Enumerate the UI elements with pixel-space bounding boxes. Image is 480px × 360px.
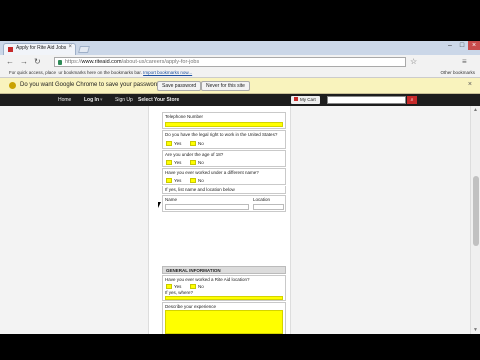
browser-tab[interactable]: Apply for Rite Aid Jobs × — [3, 43, 76, 55]
telephone-label: Telephone Number — [165, 114, 204, 119]
nav-home[interactable]: Home — [58, 96, 71, 104]
age-question: Are you under the age of 18? — [165, 152, 224, 157]
search-button[interactable]: ⌕ — [407, 96, 417, 104]
employed-question: Have you ever worked a Rite Aid location… — [165, 277, 250, 282]
page-content: Telephone Number Do you have the legal r… — [0, 106, 470, 334]
chrome-menu-icon[interactable]: ≡ — [462, 57, 467, 67]
age-no-label: No — [198, 160, 204, 165]
import-bookmarks-link[interactable]: Import bookmarks now... — [143, 70, 192, 75]
other-bookmarks[interactable]: Other bookmarks — [440, 70, 475, 75]
maximize-button[interactable]: □ — [456, 41, 468, 50]
key-icon — [9, 82, 16, 89]
experience-label: Describe your experience — [165, 304, 217, 309]
name-column-label: Name — [165, 197, 178, 202]
experience-group: Describe your experience — [162, 302, 286, 334]
new-tab-button[interactable] — [78, 46, 90, 53]
bookmark-star-icon[interactable]: ☆ — [410, 57, 417, 67]
mouse-cursor — [158, 202, 161, 208]
scroll-up-icon[interactable]: ▲ — [473, 107, 478, 113]
lock-icon — [58, 60, 62, 65]
general-information-header: GENERAL INFORMATION — [162, 266, 286, 274]
nav-select-store[interactable]: Select Your Store — [138, 96, 179, 104]
alias-location-input[interactable] — [253, 204, 284, 210]
employed-yes-radio[interactable] — [166, 284, 172, 289]
address-bar[interactable]: https://www.riteaid.com/about-us/careers… — [54, 57, 406, 67]
site-search[interactable] — [327, 96, 406, 112]
location-column-label: Location — [253, 197, 271, 202]
infobar-close-icon[interactable]: × — [468, 81, 472, 88]
forward-icon[interactable]: → — [20, 57, 28, 67]
scrollbar-thumb[interactable] — [473, 176, 479, 246]
telephone-group: Telephone Number — [162, 112, 286, 129]
site-navigation: Home Log In ▾ Sign Up Select Your Store … — [0, 94, 480, 112]
infobar-question: Do you want Google Chrome to save your p… — [20, 82, 163, 88]
nav-signup[interactable]: Sign Up — [115, 96, 133, 104]
employed-group: Have you ever worked a Rite Aid location… — [162, 275, 286, 301]
alias-hint: If yes, list name and location below — [165, 187, 235, 192]
alias-table: Name Location — [162, 195, 286, 212]
reload-icon[interactable]: ↻ — [34, 57, 41, 67]
bookmarks-message: For quick access, place ur bookmarks her… — [9, 70, 193, 75]
employed-no-label: No — [198, 284, 204, 289]
tab-strip: Apply for Rite Aid Jobs × – □ × — [0, 41, 480, 55]
vertical-scrollbar[interactable]: ▲ ▼ — [470, 106, 480, 334]
nav-separator: ▾ — [100, 97, 103, 103]
telephone-input[interactable] — [165, 122, 283, 127]
close-window-button[interactable]: × — [468, 41, 480, 50]
age-yes-label: Yes — [174, 160, 182, 165]
cart-icon — [294, 97, 298, 101]
experience-textarea[interactable] — [165, 310, 283, 334]
scroll-down-icon[interactable]: ▼ — [473, 327, 478, 333]
employed-yes-label: Yes — [174, 284, 182, 289]
favicon-icon — [8, 47, 13, 52]
alias-no-label: No — [198, 178, 204, 183]
alias-question: Have you ever worked under a different n… — [165, 170, 259, 175]
legal-yes-label: Yes — [174, 141, 182, 146]
legal-right-group: Do you have the legal right to work in t… — [162, 130, 286, 149]
back-icon[interactable]: ← — [6, 57, 14, 67]
tab-title: Apply for Rite Aid Jobs — [16, 45, 67, 51]
browser-window: Apply for Rite Aid Jobs × – □ × ← → ↻ ht… — [0, 41, 480, 334]
age-group: Are you under the age of 18? Yes No — [162, 150, 286, 167]
alias-yes-radio[interactable] — [166, 178, 172, 183]
url-text: https://www.riteaid.com/about-us/careers… — [65, 59, 200, 65]
age-no-radio[interactable] — [190, 160, 196, 165]
alias-hint-row: If yes, list name and location below — [162, 186, 286, 194]
legal-yes-radio[interactable] — [166, 141, 172, 146]
nav-login[interactable]: Log In — [84, 96, 99, 104]
where-hint: If yes, where? — [165, 290, 194, 295]
where-input[interactable] — [165, 296, 283, 300]
alias-name-input[interactable] — [165, 204, 249, 210]
alias-no-radio[interactable] — [190, 178, 196, 183]
save-password-button[interactable]: Save password — [157, 81, 202, 91]
legal-no-radio[interactable] — [190, 141, 196, 146]
age-yes-radio[interactable] — [166, 160, 172, 165]
tab-close-icon[interactable]: × — [68, 44, 72, 50]
minimize-button[interactable]: – — [444, 41, 456, 50]
bookmarks-bar: For quick access, place ur bookmarks her… — [0, 69, 480, 78]
browser-toolbar: ← → ↻ https://www.riteaid.com/about-us/c… — [0, 55, 480, 69]
save-password-infobar: Do you want Google Chrome to save your p… — [0, 78, 480, 94]
alias-yes-label: Yes — [174, 178, 182, 183]
my-cart-button[interactable]: My Cart — [291, 96, 320, 104]
employed-no-radio[interactable] — [190, 284, 196, 289]
legal-no-label: No — [198, 141, 204, 146]
legal-right-question: Do you have the legal right to work in t… — [165, 132, 278, 137]
never-for-site-button[interactable]: Never for this site — [201, 81, 250, 91]
alias-group: Have you ever worked under a different n… — [162, 168, 286, 185]
